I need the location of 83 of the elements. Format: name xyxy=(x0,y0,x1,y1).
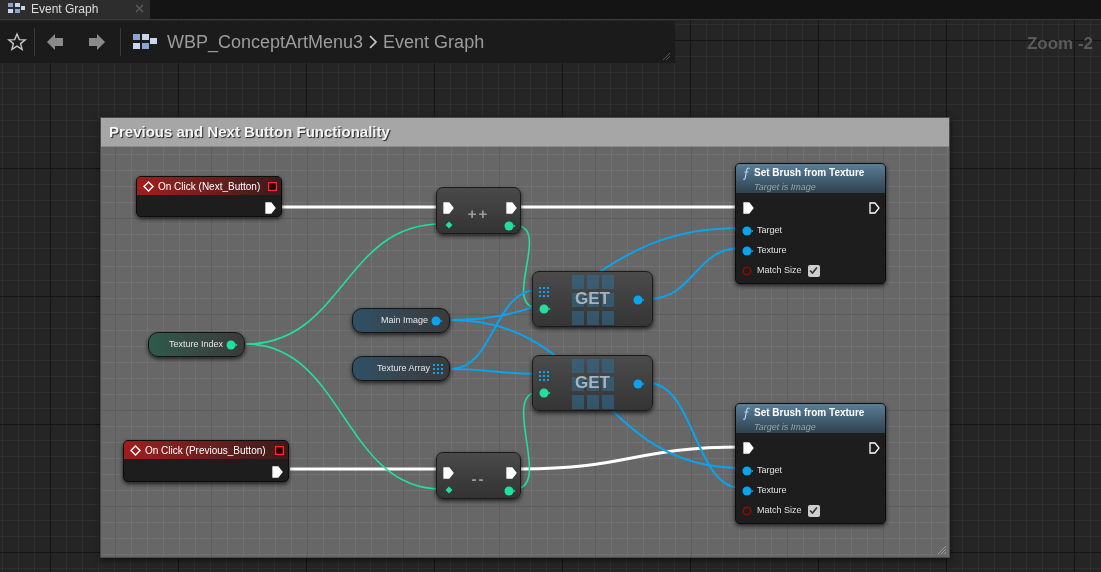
data-pin[interactable] xyxy=(742,225,754,236)
variable-node[interactable]: Texture Array xyxy=(352,356,450,381)
function-icon xyxy=(743,167,750,180)
event-icon xyxy=(130,444,141,456)
node-title: Texture Array xyxy=(376,361,430,375)
variable-node[interactable]: Main Image xyxy=(352,308,450,333)
operator-label: ++ xyxy=(467,204,490,225)
event-icon xyxy=(143,180,154,192)
data-pin[interactable] xyxy=(431,315,443,326)
node-title: GET xyxy=(575,288,610,311)
editor-tab[interactable]: Event Graph xyxy=(0,0,150,19)
function-node[interactable]: Set Brush from Texture Target is Image Target Texture Match Size xyxy=(735,163,886,284)
pin-label: Target xyxy=(757,464,782,477)
node-title: GET xyxy=(575,372,610,395)
data-pin[interactable] xyxy=(445,221,453,229)
data-pin[interactable] xyxy=(742,245,754,256)
chevron-icon xyxy=(368,35,379,49)
data-pin[interactable] xyxy=(504,221,516,231)
resize-grip-icon[interactable] xyxy=(662,52,671,61)
pin-label: Texture xyxy=(757,484,787,497)
back-arrow-icon[interactable] xyxy=(46,33,64,51)
operator-label: -- xyxy=(471,469,486,490)
resize-grip-icon[interactable] xyxy=(937,545,947,555)
exec-pin[interactable] xyxy=(506,202,517,214)
data-pin[interactable] xyxy=(633,295,645,305)
function-icon xyxy=(743,407,750,420)
pin-label: Match Size xyxy=(757,264,802,277)
node-title: Set Brush from Texture xyxy=(754,407,865,419)
tab-title: Event Graph xyxy=(31,1,99,18)
breadcrumb-link[interactable]: Event Graph xyxy=(383,28,485,56)
exec-pin[interactable] xyxy=(443,202,454,214)
node-title: On Click (Previous_Button) xyxy=(145,443,267,458)
checkbox[interactable] xyxy=(807,264,820,277)
exec-pin[interactable] xyxy=(869,202,880,214)
data-pin[interactable] xyxy=(633,379,645,389)
exec-pin[interactable] xyxy=(743,202,754,214)
data-pin[interactable] xyxy=(742,465,754,476)
zoom-label: Zoom -2 xyxy=(1026,33,1093,55)
exec-pin[interactable] xyxy=(743,442,754,454)
blueprint-graph-icon xyxy=(8,3,25,15)
data-pin[interactable] xyxy=(539,388,551,398)
get-node[interactable]: GET xyxy=(532,355,653,411)
variable-node[interactable]: Texture Index xyxy=(148,332,245,357)
macro-node[interactable]: -- xyxy=(436,452,521,499)
star-icon[interactable] xyxy=(7,32,27,52)
check-icon xyxy=(809,266,819,276)
data-pin[interactable] xyxy=(504,486,516,496)
event-node[interactable]: On Click (Previous_Button) xyxy=(123,440,289,482)
exec-pin[interactable] xyxy=(506,467,517,479)
array-grid-icon xyxy=(572,359,614,409)
array-pin[interactable] xyxy=(539,371,549,381)
delegate-pin[interactable] xyxy=(275,445,284,455)
get-node[interactable]: GET xyxy=(532,271,653,327)
function-node[interactable]: Set Brush from Texture Target is Image Target Texture Match Size xyxy=(735,403,886,524)
data-pin[interactable] xyxy=(226,339,238,350)
check-icon xyxy=(809,506,819,516)
data-pin[interactable] xyxy=(742,485,754,496)
event-node[interactable]: On Click (Next_Button) xyxy=(136,176,282,217)
pin-label: Target xyxy=(757,224,782,237)
node-title: On Click (Next_Button) xyxy=(158,179,262,194)
data-pin[interactable] xyxy=(445,486,453,494)
array-pin[interactable] xyxy=(433,363,443,374)
exec-pin[interactable] xyxy=(265,202,276,214)
array-pin[interactable] xyxy=(539,287,549,297)
checkbox[interactable] xyxy=(807,504,820,517)
comment-title: Previous and Next Button Functionality xyxy=(109,121,390,142)
node-title: Set Brush from Texture xyxy=(754,167,865,179)
exec-pin[interactable] xyxy=(272,466,283,478)
delegate-pin[interactable] xyxy=(268,181,277,191)
pin-label: Texture xyxy=(757,244,787,257)
node-subtitle: Target is Image xyxy=(754,181,817,193)
array-grid-icon xyxy=(572,275,614,325)
node-title: Main Image xyxy=(380,313,428,327)
data-pin[interactable] xyxy=(539,304,551,314)
pin-label: Match Size xyxy=(757,504,802,517)
exec-pin[interactable] xyxy=(869,442,880,454)
forward-arrow-icon[interactable] xyxy=(88,33,106,51)
breadcrumb-link[interactable]: WBP_ConceptArtMenu3 xyxy=(167,28,364,56)
macro-node[interactable]: ++ xyxy=(436,187,521,234)
node-subtitle: Target is Image xyxy=(754,421,817,433)
blueprint-graph-icon xyxy=(133,33,157,51)
node-title: Texture Index xyxy=(168,337,223,351)
exec-pin[interactable] xyxy=(443,467,454,479)
